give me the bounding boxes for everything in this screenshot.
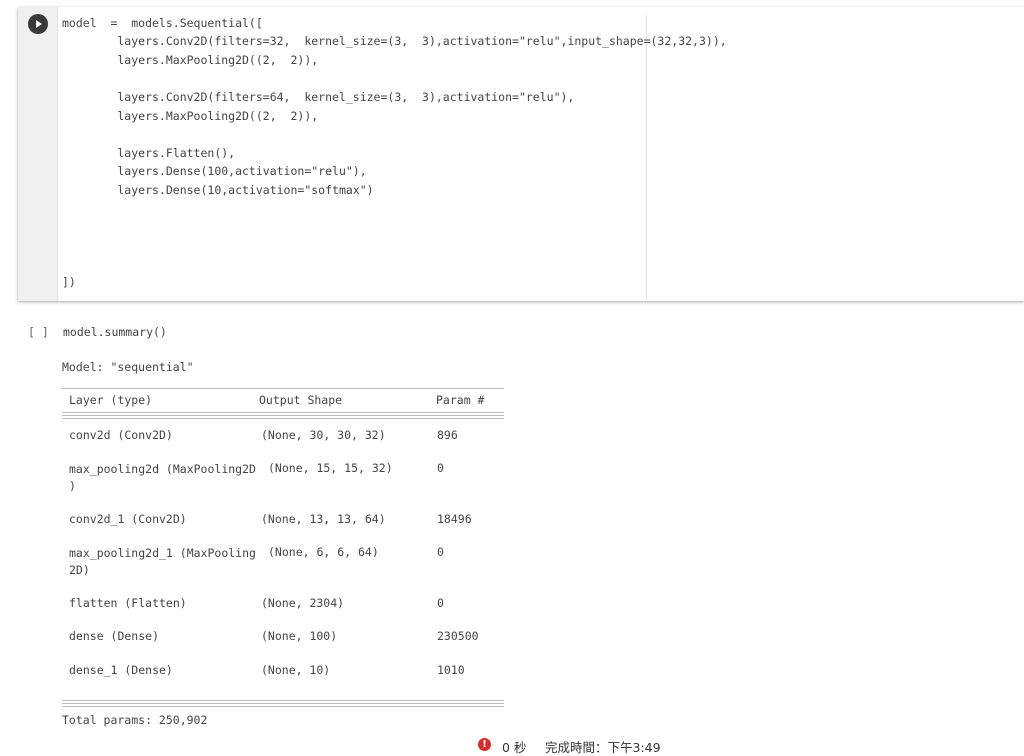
code-line: layers.Dense(10,activation="softmax") (62, 183, 374, 197)
row-layer: flatten (Flatten) (69, 596, 187, 610)
header-params: Param # (436, 393, 485, 407)
row-params: 896 (437, 428, 458, 442)
header-layer: Layer (type) (69, 393, 153, 407)
table-top-rule (62, 388, 504, 389)
code-line: layers.Flatten(), (62, 146, 236, 160)
row-params: 18496 (437, 512, 472, 526)
code-editor[interactable]: model = models.Sequential([ layers.Conv2… (57, 7, 1024, 301)
table-bottom-rule-2 (62, 703, 504, 704)
status-bar: ! 0 秒 完成時間：下午3:49 (0, 733, 1024, 756)
row-layer: conv2d (Conv2D) (69, 428, 173, 442)
cell-gutter (18, 7, 58, 301)
code-cell-1[interactable]: model = models.Sequential([ layers.Conv2… (18, 7, 1024, 301)
row-params: 230500 (437, 629, 479, 643)
table-header-rule-2 (62, 415, 504, 416)
row-layer: max_pooling2d (MaxPooling2D ) (69, 462, 256, 493)
code-line: model = models.Sequential([ (62, 16, 263, 30)
execution-time: 0 秒 (502, 740, 527, 755)
row-shape: (None, 10) (261, 663, 331, 677)
model-label: Model: "sequential" (62, 360, 194, 374)
row-layer: dense_1 (Dense) (69, 663, 173, 677)
row-layer: dense (Dense) (69, 629, 160, 643)
row-shape: (None, 2304) (261, 596, 345, 610)
code-line: layers.MaxPooling2D((2, 2)), (62, 53, 319, 67)
cell-code[interactable]: model.summary() (63, 325, 167, 339)
row-params: 0 (437, 545, 444, 559)
code-line: layers.Dense(100,activation="relu"), (62, 164, 367, 178)
table-bottom-rule (62, 700, 504, 701)
code-line: ]) (62, 275, 76, 289)
error-icon: ! (478, 738, 491, 751)
row-layer: conv2d_1 (Conv2D) (69, 512, 187, 526)
row-params: 0 (437, 461, 444, 475)
run-cell-button[interactable] (28, 14, 48, 34)
row-layer: max_pooling2d_1 (MaxPooling 2D) (69, 546, 256, 577)
table-header-rule (62, 412, 504, 413)
row-params: 1010 (437, 663, 465, 677)
total-params: Total params: 250,902 (62, 713, 208, 727)
row-shape: (None, 100) (261, 629, 338, 643)
table-header-rule-3 (62, 418, 504, 419)
cell-run-bracket[interactable]: [ ] (28, 325, 49, 339)
row-params: 0 (437, 596, 444, 610)
code-cell-2[interactable]: [ ] model.summary() (0, 318, 1024, 348)
row-shape: (None, 13, 13, 64) (261, 512, 386, 526)
code-line: layers.Conv2D(filters=32, kernel_size=(3… (62, 34, 727, 48)
editor-ruler (646, 15, 647, 301)
table-bottom-rule-3 (62, 706, 504, 707)
row-shape: (None, 6, 6, 64) (268, 545, 379, 559)
code-line: layers.Conv2D(filters=64, kernel_size=(3… (62, 90, 575, 104)
code-line: layers.MaxPooling2D((2, 2)), (62, 109, 319, 123)
header-shape: Output Shape (259, 393, 343, 407)
row-shape: (None, 30, 30, 32) (261, 428, 386, 442)
row-shape: (None, 15, 15, 32) (268, 461, 393, 475)
completion-time: 完成時間：下午3:49 (545, 740, 661, 755)
